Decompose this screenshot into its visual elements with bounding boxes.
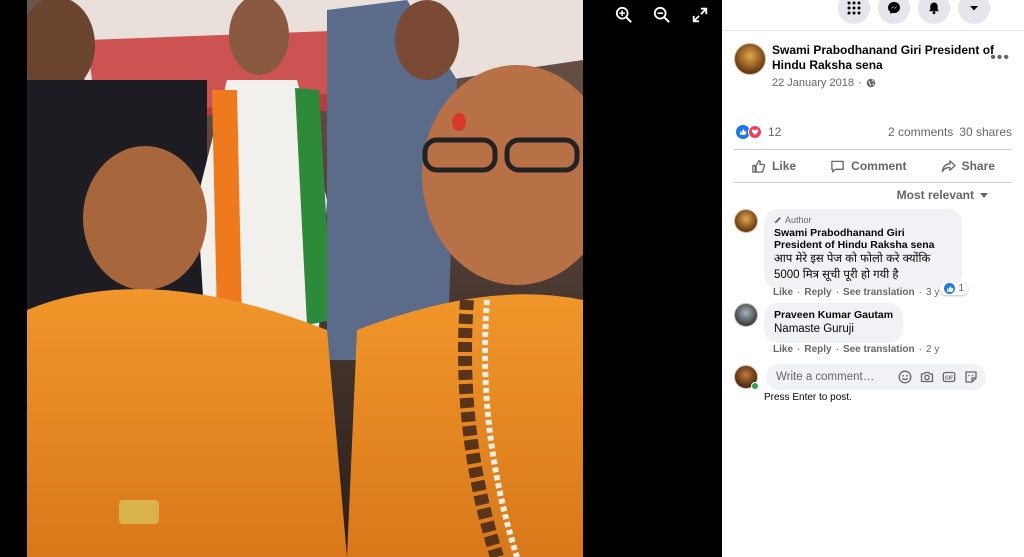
post-meta: Swami Prabodhanand Giri President of Hin… bbox=[772, 43, 1014, 89]
comment-item: Praveen Kumar Gautam Namaste Guruji bbox=[734, 303, 904, 343]
comment-composer: GIF bbox=[734, 364, 986, 390]
caret-down-icon[interactable] bbox=[958, 0, 990, 24]
composer-icons: GIF bbox=[898, 370, 978, 384]
share-button[interactable]: Share bbox=[941, 159, 995, 174]
shares-count-link[interactable]: 30 shares bbox=[959, 125, 1012, 139]
love-reaction-icon bbox=[748, 125, 762, 139]
comment-actions: Like · Reply · See translation · 3 y bbox=[773, 287, 940, 298]
reactions-summary: 12 2 comments 30 shares bbox=[736, 125, 1012, 139]
camera-icon[interactable] bbox=[920, 370, 934, 384]
photo-viewer bbox=[0, 0, 722, 557]
sort-label: Most relevant bbox=[896, 188, 974, 202]
svg-text:GIF: GIF bbox=[945, 375, 953, 381]
top-nav-buttons bbox=[838, 0, 990, 24]
comments-count-link[interactable]: 2 comments bbox=[888, 125, 953, 139]
post-author-name[interactable]: Swami Prabodhanand Giri President of Hin… bbox=[772, 43, 1014, 73]
grid-menu-icon[interactable] bbox=[838, 0, 870, 24]
comment-like-link[interactable]: Like bbox=[773, 344, 793, 355]
reaction-icons[interactable] bbox=[736, 125, 762, 139]
viewer-toolbar bbox=[612, 3, 712, 27]
comment-text: आप मेरे इस पेज को फोलो करे क्योंकि 5000 … bbox=[774, 253, 931, 281]
comment-actions: Like · Reply · See translation · 2 y bbox=[773, 344, 940, 355]
post-photo[interactable] bbox=[27, 0, 583, 557]
comment-like-link[interactable]: Like bbox=[773, 287, 793, 298]
comment-sort-dropdown[interactable]: Most relevant bbox=[897, 188, 988, 202]
divider bbox=[722, 30, 1024, 31]
comment-reaction-badge[interactable]: 1 bbox=[940, 282, 968, 295]
online-status-dot bbox=[751, 382, 759, 390]
comment-bubble: Praveen Kumar Gautam Namaste Guruji bbox=[764, 303, 904, 343]
avatar[interactable] bbox=[734, 43, 766, 75]
comment-input-box[interactable]: GIF bbox=[766, 364, 986, 390]
like-icon bbox=[752, 159, 766, 173]
comment-age[interactable]: 3 y bbox=[926, 287, 939, 298]
comment-reply-link[interactable]: Reply bbox=[804, 287, 831, 298]
sticker-icon[interactable] bbox=[964, 370, 978, 384]
avatar[interactable] bbox=[734, 209, 758, 233]
comment-reaction-count: 1 bbox=[958, 283, 964, 294]
comment-icon bbox=[831, 160, 844, 173]
comment-button-label: Comment bbox=[851, 159, 907, 173]
composer-hint: Press Enter to post. bbox=[764, 392, 852, 403]
bell-icon[interactable] bbox=[918, 0, 950, 24]
avatar[interactable] bbox=[734, 303, 758, 327]
zoom-out-icon[interactable] bbox=[650, 3, 674, 27]
more-options-icon[interactable]: ••• bbox=[990, 49, 1010, 67]
comment-bubble: Author Swami Prabodhanand Giri President… bbox=[764, 209, 968, 295]
see-translation-link[interactable]: See translation bbox=[843, 344, 915, 355]
gif-icon[interactable]: GIF bbox=[942, 370, 956, 384]
post-header: Swami Prabodhanand Giri President of Hin… bbox=[734, 43, 1014, 89]
pencil-icon bbox=[774, 217, 781, 224]
comment-item: Author Swami Prabodhanand Giri President… bbox=[734, 209, 968, 295]
share-icon bbox=[941, 159, 956, 172]
comment-input[interactable] bbox=[776, 371, 896, 383]
like-reaction-icon bbox=[944, 283, 956, 294]
globe-icon bbox=[866, 78, 875, 88]
author-badge: Author bbox=[774, 215, 952, 225]
like-button-label: Like bbox=[772, 159, 797, 173]
photo-illustration bbox=[27, 0, 583, 557]
comment-reply-link[interactable]: Reply bbox=[804, 344, 831, 355]
comment-author-name[interactable]: Swami Prabodhanand Giri President of Hin… bbox=[774, 227, 952, 251]
composer-avatar-wrap bbox=[734, 365, 759, 390]
post-action-bar: Like Comment Share bbox=[734, 149, 1012, 183]
emoji-icon[interactable] bbox=[898, 370, 912, 384]
like-button[interactable]: Like bbox=[751, 159, 796, 174]
chevron-down-icon bbox=[980, 192, 988, 198]
comment-text: Namaste Guruji bbox=[774, 323, 854, 335]
comment-button[interactable]: Comment bbox=[830, 159, 907, 174]
post-date[interactable]: 22 January 2018 bbox=[772, 77, 854, 89]
share-button-label: Share bbox=[961, 159, 995, 173]
comment-age[interactable]: 2 y bbox=[926, 344, 939, 355]
reaction-count[interactable]: 12 bbox=[768, 125, 781, 139]
messenger-icon[interactable] bbox=[878, 0, 910, 24]
comment-author-name[interactable]: Praveen Kumar Gautam bbox=[774, 309, 893, 321]
zoom-in-icon[interactable] bbox=[612, 3, 636, 27]
post-side-panel: Swami Prabodhanand Giri President of Hin… bbox=[722, 0, 1024, 557]
engagement-counts: 2 comments 30 shares bbox=[888, 125, 1012, 139]
fullscreen-icon[interactable] bbox=[688, 3, 712, 27]
post-date-row: 22 January 2018 · bbox=[772, 77, 1014, 89]
see-translation-link[interactable]: See translation bbox=[843, 287, 915, 298]
